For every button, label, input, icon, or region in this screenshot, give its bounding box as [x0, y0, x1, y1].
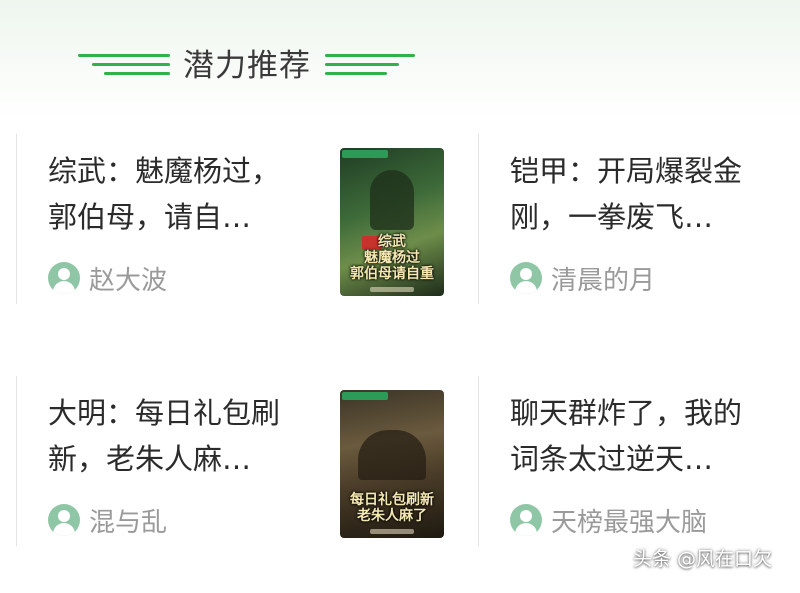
- left-line-decoration-icon: [78, 54, 178, 84]
- user-avatar-icon: [510, 504, 542, 536]
- author-row: 赵大波: [48, 260, 167, 296]
- right-line-decoration-icon: [325, 54, 425, 84]
- author-name[interactable]: 清晨的月: [551, 260, 655, 297]
- card-divider: [16, 376, 17, 546]
- book-title[interactable]: 聊天群炸了，我的 词条太过逆天…: [510, 390, 800, 482]
- cover-tag: [342, 150, 388, 158]
- cover-figure: [358, 430, 426, 480]
- section-header: 潜力推荐: [0, 38, 800, 98]
- section-title: 潜力推荐: [183, 48, 311, 84]
- book-card[interactable]: 综武：魅魔杨过， 郭伯母，请自… 赵大波 综武 魅魔杨过 郭伯母请自重: [16, 134, 444, 314]
- book-cover[interactable]: 综武 魅魔杨过 郭伯母请自重: [340, 148, 444, 296]
- user-avatar-icon: [48, 504, 80, 536]
- card-divider: [16, 134, 17, 304]
- book-card[interactable]: 铠甲：开局爆裂金 刚，一拳废飞… 清晨的月: [478, 134, 800, 314]
- author-name[interactable]: 天榜最强大脑: [551, 502, 707, 539]
- book-title[interactable]: 铠甲：开局爆裂金 刚，一拳废飞…: [510, 148, 800, 240]
- user-avatar-icon: [510, 262, 542, 294]
- cover-figure: [370, 170, 414, 230]
- book-title[interactable]: 综武：魅魔杨过， 郭伯母，请自…: [48, 148, 298, 240]
- author-row: 混与乱: [48, 502, 167, 538]
- cover-subtitle-line: [370, 529, 414, 534]
- cover-title: 综武 魅魔杨过 郭伯母请自重: [350, 234, 434, 282]
- book-cover[interactable]: 每日礼包刷新 老朱人麻了: [340, 390, 444, 538]
- cover-subtitle-line: [370, 287, 414, 292]
- author-name[interactable]: 赵大波: [89, 260, 167, 297]
- book-card[interactable]: 聊天群炸了，我的 词条太过逆天… 天榜最强大脑: [478, 376, 800, 556]
- author-row: 清晨的月: [510, 260, 655, 296]
- author-name[interactable]: 混与乱: [89, 502, 167, 539]
- book-card[interactable]: 大明：每日礼包刷 新，老朱人麻… 混与乱 每日礼包刷新 老朱人麻了: [16, 376, 444, 556]
- cover-tag: [342, 392, 388, 400]
- user-avatar-icon: [48, 262, 80, 294]
- card-divider: [478, 376, 479, 546]
- cover-title: 每日礼包刷新 老朱人麻了: [350, 492, 434, 524]
- book-title[interactable]: 大明：每日礼包刷 新，老朱人麻…: [48, 390, 298, 482]
- author-row: 天榜最强大脑: [510, 502, 707, 538]
- watermark: 头条 @风在口欠: [632, 548, 772, 570]
- card-divider: [478, 134, 479, 304]
